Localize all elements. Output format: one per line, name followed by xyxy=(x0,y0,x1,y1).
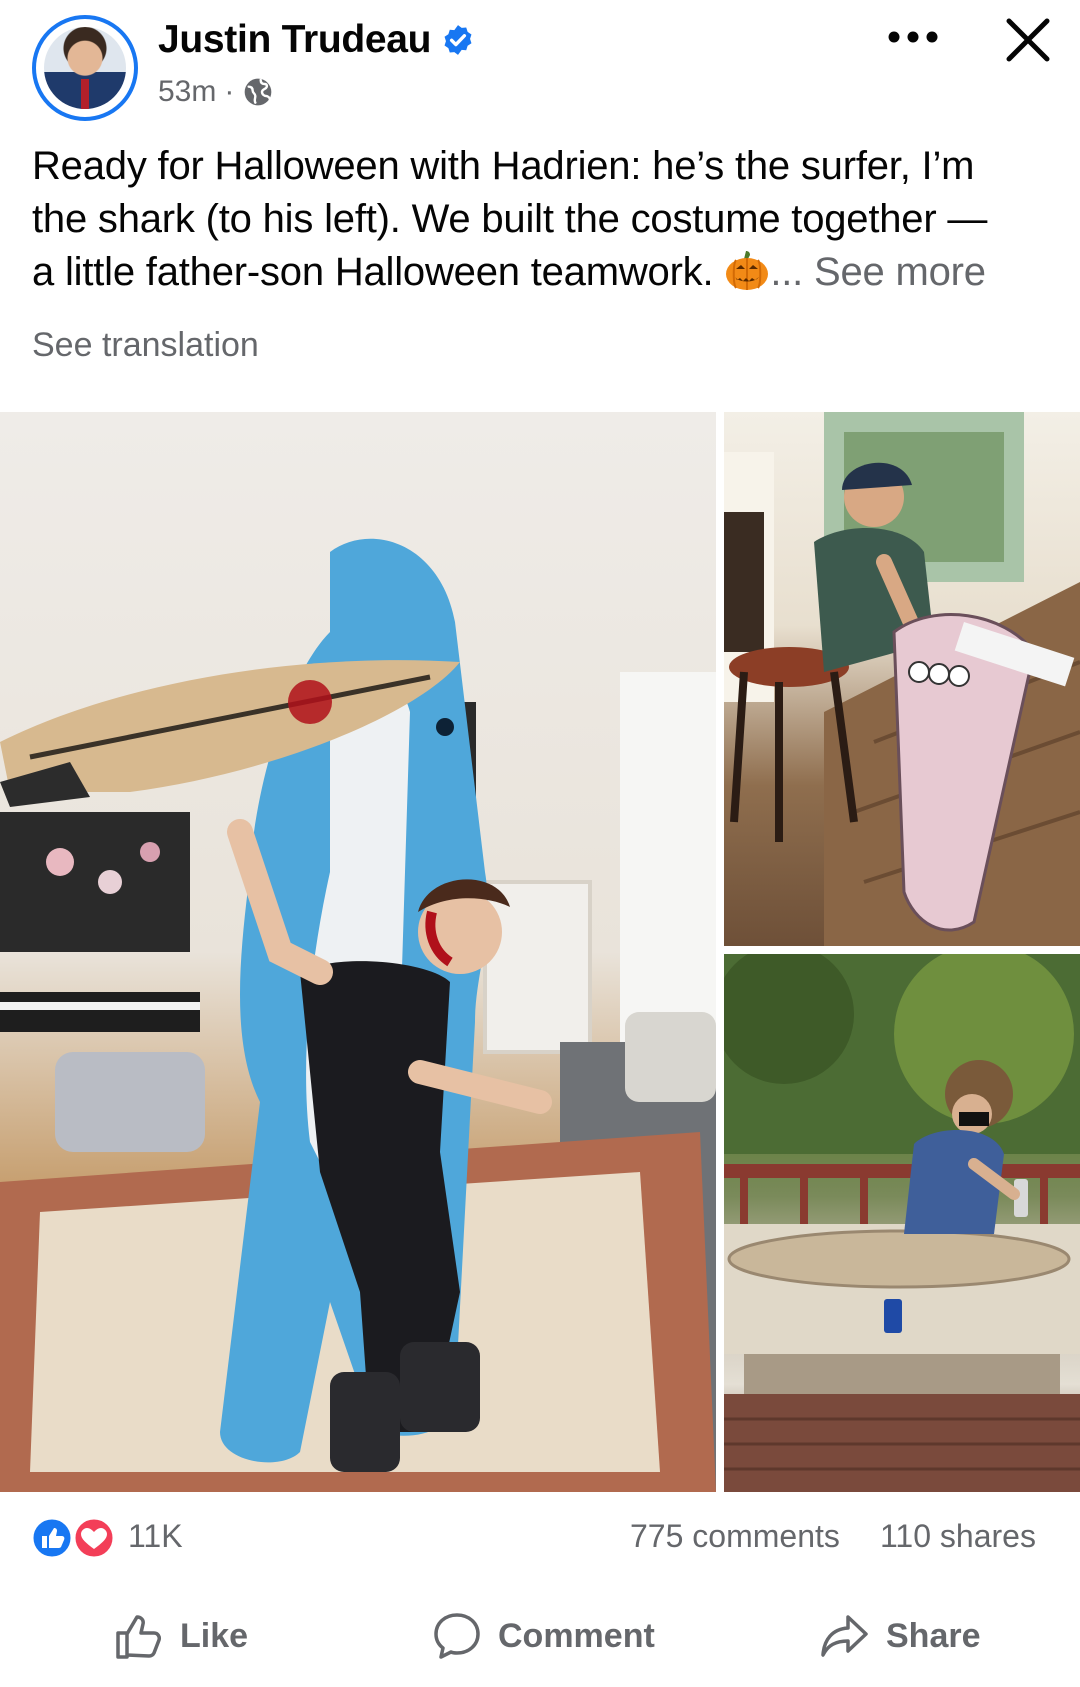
like-button[interactable]: Like xyxy=(112,1596,248,1676)
like-label: Like xyxy=(180,1616,249,1655)
avatar-image xyxy=(44,27,126,109)
meta-separator: · xyxy=(224,75,235,108)
post-meta: 53m · xyxy=(158,72,274,112)
comment-button[interactable]: Comment xyxy=(430,1596,655,1676)
deck-photo-art xyxy=(724,954,1080,1492)
verified-badge-icon xyxy=(444,25,472,55)
engagement-row: 11K 775 comments 110 shares xyxy=(0,1504,1080,1568)
close-button[interactable] xyxy=(998,10,1058,70)
post-text: Ready for Halloween with Hadrien: he’s t… xyxy=(32,140,1052,299)
post-header: Justin Trudeau 53m · xyxy=(0,0,1080,130)
photo-man-building-surfboard[interactable] xyxy=(724,412,1080,946)
shark-photo-art xyxy=(0,538,716,1492)
globe-icon xyxy=(245,78,272,106)
share-label: Share xyxy=(886,1616,981,1655)
author-name[interactable]: Justin Trudeau xyxy=(158,18,431,62)
more-options-button[interactable] xyxy=(880,12,946,62)
love-reaction-icon xyxy=(72,1516,116,1560)
shares-count[interactable]: 110 shares xyxy=(880,1518,1036,1555)
avatar-tie xyxy=(81,79,89,109)
reaction-count[interactable]: 11K xyxy=(128,1518,183,1555)
comment-label: Comment xyxy=(498,1616,655,1655)
comment-bubble-icon xyxy=(434,1613,480,1659)
post-text-line: a little father-son Halloween teamwork. … xyxy=(32,246,1052,299)
close-icon xyxy=(1006,18,1050,62)
share-button[interactable]: Share xyxy=(818,1596,981,1676)
more-dots-icon xyxy=(888,31,938,43)
share-arrow-icon xyxy=(821,1615,868,1657)
see-more-link[interactable]: ... See more xyxy=(770,250,986,294)
action-bar: Like Comment Share xyxy=(0,1596,1080,1676)
thumbs-up-icon xyxy=(116,1615,161,1659)
author-row: Justin Trudeau xyxy=(158,16,475,64)
timestamp[interactable]: 53m xyxy=(158,75,216,109)
post-text-line: Ready for Halloween with Hadrien: he’s t… xyxy=(32,144,975,188)
post-text-line-content: a little father-son Halloween teamwork. xyxy=(32,250,714,294)
photo-boy-painting-surfboard[interactable] xyxy=(724,954,1080,1492)
photo-shark-costume[interactable] xyxy=(0,412,716,1492)
reactions-summary[interactable] xyxy=(30,1516,120,1560)
photo-grid xyxy=(0,412,1080,1492)
see-translation-link[interactable]: See translation xyxy=(32,326,259,365)
jack-o-lantern-icon xyxy=(726,251,769,290)
post-text-line: the shark (to his left). We built the co… xyxy=(32,197,988,241)
like-reaction-icon xyxy=(30,1516,74,1560)
avatar[interactable] xyxy=(32,15,138,121)
workshop-photo-art xyxy=(724,412,1080,946)
comments-count[interactable]: 775 comments xyxy=(630,1518,840,1555)
